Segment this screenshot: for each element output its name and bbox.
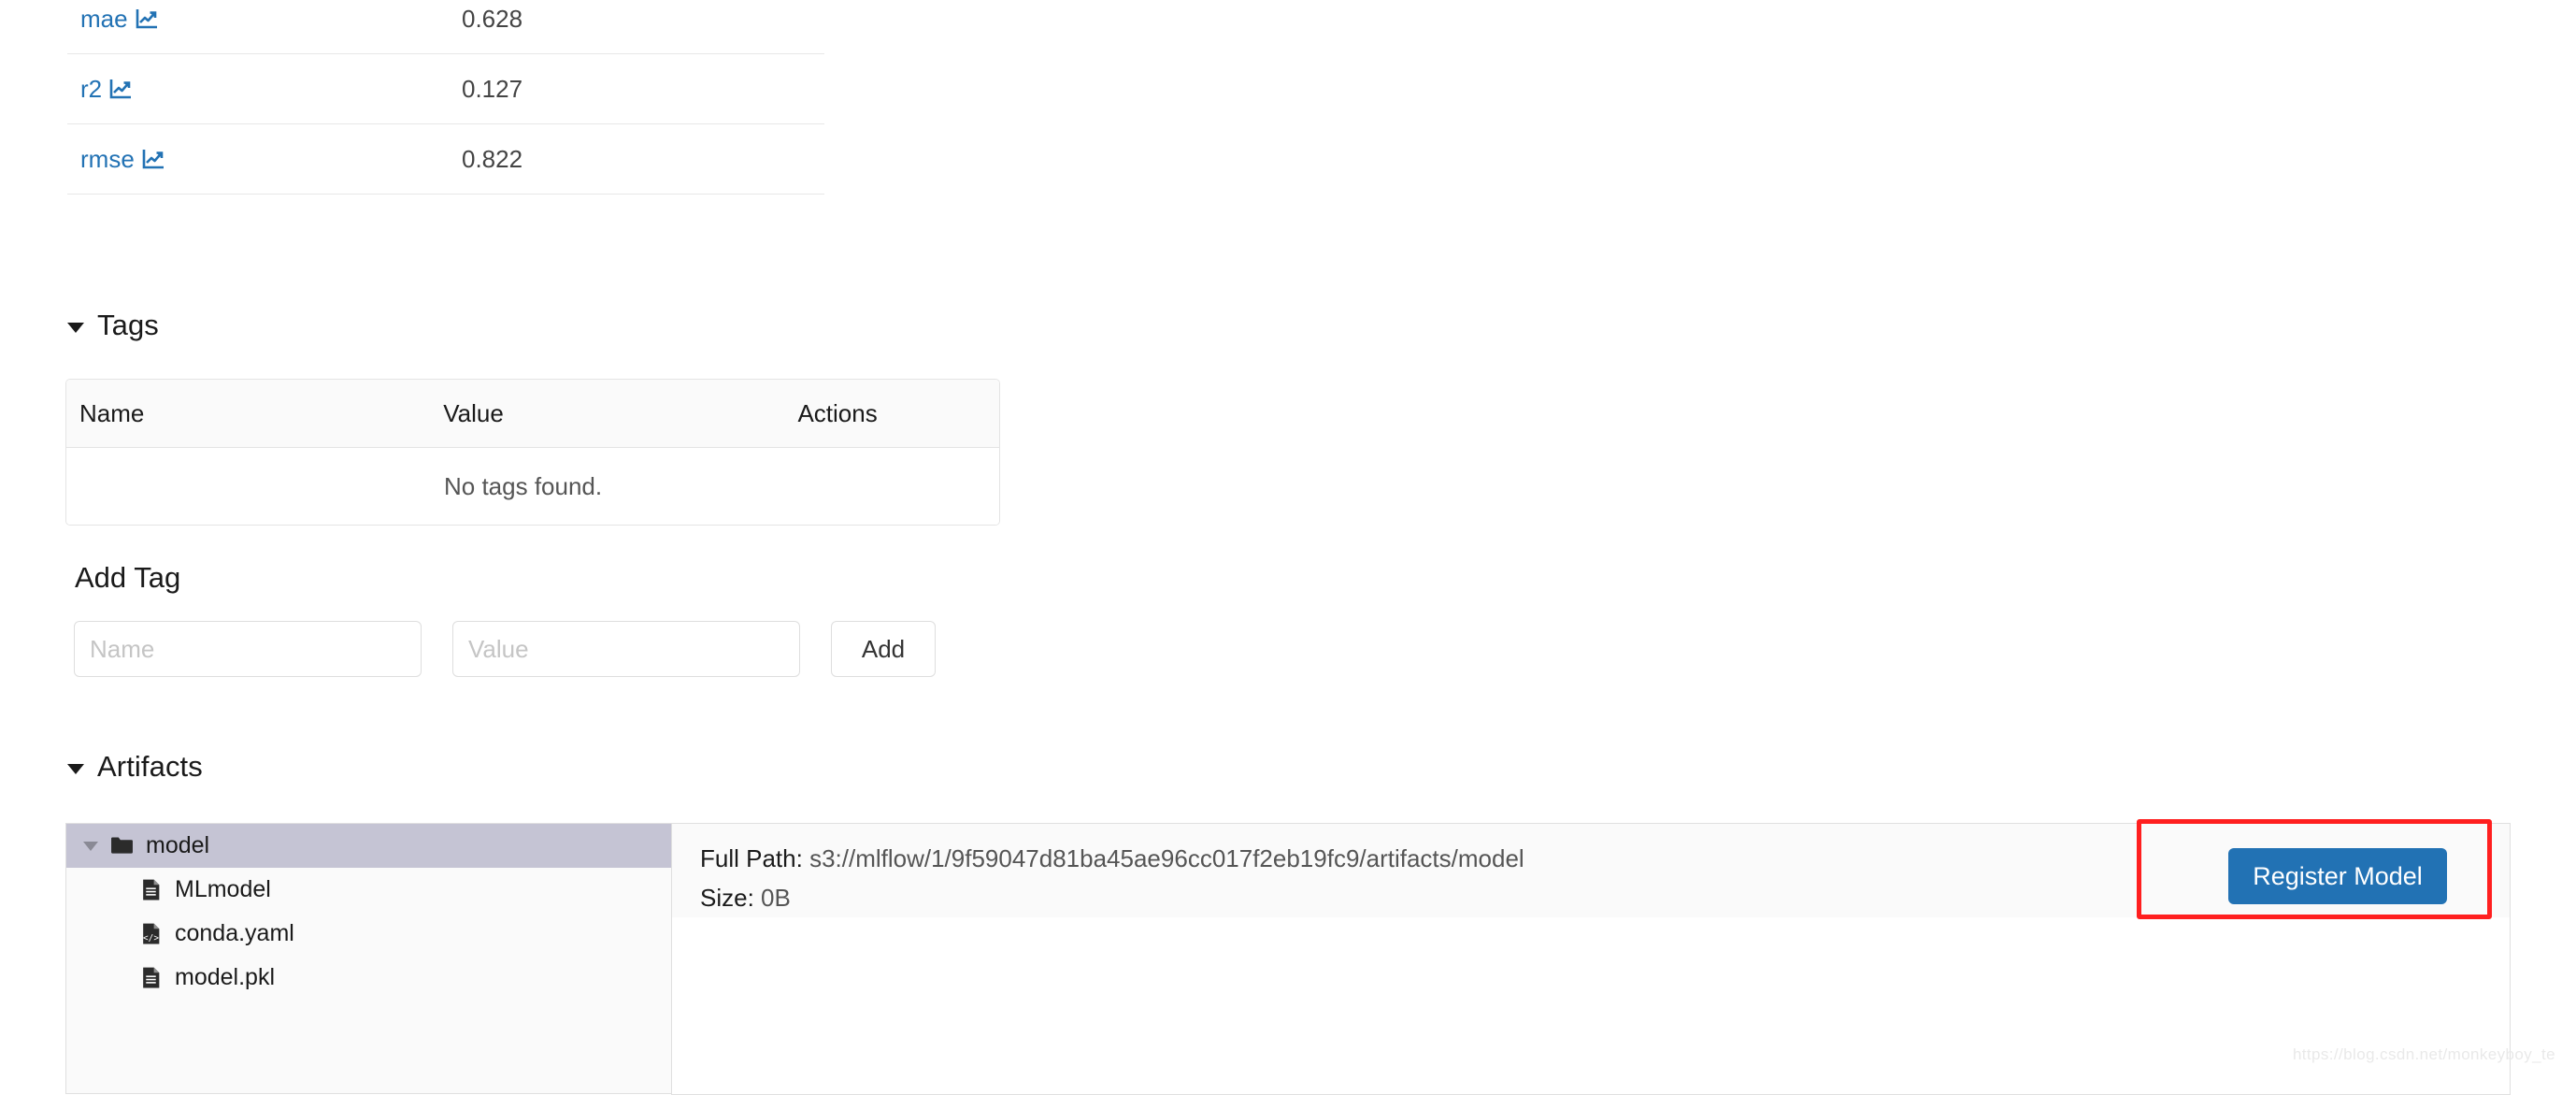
- tags-table: Name Value Actions No tags found.: [65, 379, 1000, 526]
- tags-column-value: Value: [443, 398, 504, 427]
- tags-empty-row: No tags found.: [66, 448, 999, 525]
- metric-value-r2: 0.127: [462, 74, 523, 103]
- metrics-table: mae 0.628 r2 0.127 rmse 0.822: [67, 0, 824, 195]
- code-file-icon: </>: [139, 922, 163, 945]
- line-chart-icon[interactable]: [109, 78, 132, 100]
- chevron-down-icon[interactable]: [67, 763, 84, 774]
- tag-name-input[interactable]: [74, 621, 422, 677]
- document-icon: [139, 878, 163, 901]
- tree-item-model-folder[interactable]: model: [66, 824, 671, 868]
- metric-name-cell: rmse: [67, 124, 454, 195]
- tree-item-label: MLmodel: [175, 876, 271, 902]
- tags-column-name: Name: [79, 398, 145, 427]
- artifacts-section-title: Artifacts: [97, 750, 203, 783]
- metric-name-cell: mae: [67, 0, 454, 54]
- metrics-table-body: mae 0.628 r2 0.127 rmse 0.822: [67, 0, 824, 195]
- tree-item-model-pkl[interactable]: model.pkl: [66, 956, 671, 1000]
- artifact-size-label: Size:: [700, 884, 754, 912]
- tree-item-label: model: [146, 832, 210, 858]
- artifact-full-path-line: Full Path: s3://mlflow/1/9f59047d81ba45a…: [700, 844, 2166, 873]
- metric-value-rmse: 0.822: [462, 144, 523, 173]
- metric-link-r2[interactable]: r2: [80, 75, 102, 103]
- artifact-file-tree: model MLmodel </> conda.yaml model.pkl: [65, 823, 671, 1094]
- tree-item-label: model.pkl: [175, 964, 275, 990]
- tree-item-label: conda.yaml: [175, 920, 294, 946]
- metric-value-mae: 0.628: [462, 4, 523, 33]
- add-tag-button[interactable]: Add: [831, 621, 936, 677]
- add-tag-label: Add Tag: [75, 561, 181, 594]
- chevron-down-icon[interactable]: [83, 841, 98, 851]
- table-row: mae 0.628: [67, 0, 824, 54]
- tags-section-title: Tags: [97, 309, 159, 341]
- table-row: rmse 0.822: [67, 124, 824, 195]
- tree-item-mlmodel[interactable]: MLmodel: [66, 868, 671, 912]
- tree-item-conda-yaml[interactable]: </> conda.yaml: [66, 912, 671, 956]
- tags-table-header: Name Value Actions: [66, 380, 999, 448]
- watermark-text: https://blog.csdn.net/monkeyboy_te: [2292, 1045, 2555, 1063]
- chevron-down-icon[interactable]: [67, 322, 84, 333]
- svg-text:</>: </>: [143, 933, 159, 944]
- metric-link-rmse[interactable]: rmse: [80, 145, 135, 173]
- line-chart-icon[interactable]: [142, 148, 165, 170]
- artifact-full-path-label: Full Path:: [700, 844, 803, 872]
- add-tag-form: Add: [74, 621, 936, 677]
- artifact-full-path-value: s3://mlflow/1/9f59047d81ba45ae96cc017f2e…: [809, 844, 1524, 872]
- document-icon: [139, 966, 163, 989]
- artifacts-section-header[interactable]: Artifacts: [67, 750, 203, 784]
- metric-name-cell: r2: [67, 54, 454, 124]
- table-row: r2 0.127: [67, 54, 824, 124]
- tag-value-input[interactable]: [452, 621, 800, 677]
- metric-link-mae[interactable]: mae: [80, 5, 128, 33]
- tags-empty-message: No tags found.: [444, 471, 603, 500]
- line-chart-icon[interactable]: [136, 7, 158, 30]
- folder-icon: [110, 834, 134, 857]
- register-model-button[interactable]: Register Model: [2228, 848, 2447, 904]
- tags-column-actions: Actions: [797, 398, 878, 427]
- artifact-size-value: 0B: [761, 884, 791, 912]
- tags-section-header[interactable]: Tags: [67, 309, 159, 342]
- artifact-preview-area: [671, 917, 2511, 1095]
- artifact-size-line: Size: 0B: [700, 884, 2166, 913]
